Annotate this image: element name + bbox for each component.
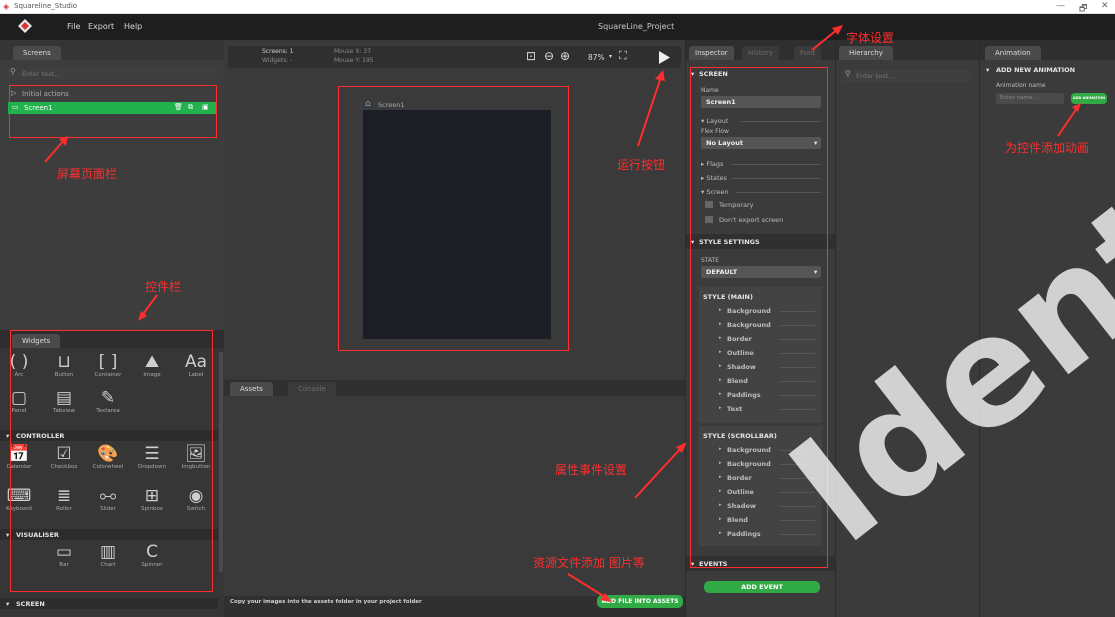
assets-annotation-label: 资源文件添加 图片等 bbox=[533, 556, 645, 570]
project-title: SquareLine_Project bbox=[598, 22, 675, 31]
minimize-button[interactable]: — bbox=[1056, 1, 1065, 11]
zoom-in-icon[interactable]: ⊕ bbox=[560, 49, 570, 63]
app-icon: ◈ bbox=[3, 2, 10, 11]
add-new-animation-header: ADD NEW ANIMATION bbox=[996, 66, 1076, 74]
run-annotation-arrow-icon bbox=[637, 70, 665, 147]
os-window-title: Squareline_Studio bbox=[14, 2, 78, 10]
fit-screen-icon[interactable]: ⊡ bbox=[526, 49, 536, 63]
chevron-down-icon: ▾ bbox=[6, 600, 10, 608]
screens-search-input[interactable]: Enter text... bbox=[8, 68, 216, 80]
animation-name-input[interactable]: Enter name... bbox=[996, 93, 1064, 104]
run-play-icon[interactable] bbox=[658, 51, 670, 64]
zoom-level[interactable]: 87% bbox=[588, 53, 605, 62]
animation-panel: Animation ▾ ADD NEW ANIMATION Animation … bbox=[980, 40, 1115, 617]
chevron-down-icon: ▾ bbox=[6, 432, 10, 440]
hierarchy-panel: Hierarchy Enter text... ⚲ bbox=[836, 40, 979, 617]
tab-animation[interactable]: Animation bbox=[985, 46, 1041, 60]
widget-group-title: SCREEN bbox=[16, 600, 45, 608]
animation-annotation-label: 为控件添加动画 bbox=[1005, 141, 1090, 155]
animation-name-label: Animation name bbox=[996, 82, 1046, 89]
menu-export[interactable]: Export bbox=[88, 22, 114, 31]
tab-screens[interactable]: Screens bbox=[13, 46, 61, 60]
tab-assets[interactable]: Assets bbox=[230, 382, 273, 396]
close-button[interactable]: ✕ bbox=[1101, 1, 1109, 11]
hierarchy-search-input[interactable]: Enter text... bbox=[842, 70, 972, 82]
screen1-canvas[interactable] bbox=[363, 110, 551, 339]
widgets-scrollbar[interactable] bbox=[219, 352, 223, 572]
property-annotation-arrow-icon bbox=[634, 442, 687, 499]
assets-panel: Assets Console Copy your images into the… bbox=[224, 380, 685, 617]
mouse-y: Mouse Y: 195 bbox=[334, 57, 374, 64]
widgets-count: Widgets: - bbox=[262, 57, 293, 64]
menu-help[interactable]: Help bbox=[124, 22, 142, 31]
search-icon: ⚲ bbox=[845, 69, 851, 78]
search-icon: ⚲ bbox=[10, 67, 16, 76]
app-window: { "os": { "title": "Squareline_Studio", … bbox=[0, 0, 1115, 617]
screens-annotation-label: 屏幕页面栏 bbox=[57, 167, 118, 181]
tab-inspector[interactable]: Inspector bbox=[689, 46, 734, 60]
widget-group-header[interactable]: ▾ SCREEN bbox=[0, 598, 218, 609]
inspector-annotation-box bbox=[690, 67, 828, 568]
run-annotation-label: 运行按钮 bbox=[617, 158, 666, 172]
hierarchy-body: Enter text... ⚲ bbox=[836, 60, 979, 617]
menu-bar: File Export Help SquareLine_Project bbox=[0, 14, 1115, 40]
tab-console[interactable]: Console bbox=[288, 382, 336, 396]
screens-annotation-box bbox=[9, 85, 217, 138]
squareline-logo-icon bbox=[18, 19, 32, 33]
widgets-annotation-box bbox=[10, 330, 213, 592]
property-annotation-label: 属性事件设置 bbox=[555, 463, 628, 477]
mouse-x: Mouse X: 37 bbox=[334, 48, 372, 55]
screens-panel: Screens Enter text... ⚲ ▷ Initial action… bbox=[0, 40, 224, 330]
widgets-annotation-arrow-icon bbox=[138, 294, 158, 321]
chevron-down-icon: ▾ bbox=[6, 531, 10, 539]
screens-annotation-arrow-icon bbox=[44, 136, 68, 163]
menu-file[interactable]: File bbox=[67, 22, 80, 31]
canvas-area: Screens: 1 Widgets: - Mouse X: 37 Mouse … bbox=[224, 40, 685, 380]
animation-annotation-arrow-icon bbox=[1057, 103, 1081, 137]
os-title-bar: ◈ Squareline_Studio — 🗗 ✕ bbox=[0, 0, 1115, 14]
fullscreen-icon[interactable]: ⛶ bbox=[619, 49, 627, 63]
canvas-toolbar: Screens: 1 Widgets: - Mouse X: 37 Mouse … bbox=[228, 46, 681, 68]
canvas-screen-label: Screen1 bbox=[378, 101, 405, 109]
zoom-dropdown-icon[interactable]: ▾ bbox=[609, 53, 612, 60]
assets-annotation-arrow-icon bbox=[567, 573, 612, 602]
add-event-button[interactable]: ADD EVENT bbox=[704, 581, 820, 593]
assets-hint: Copy your images into the assets folder … bbox=[230, 599, 422, 605]
tab-history[interactable]: History bbox=[742, 46, 779, 60]
home-icon: ⌂ bbox=[365, 99, 371, 109]
add-animation-arrow: ▾ bbox=[986, 66, 990, 74]
font-annotation-label: 字体设置 bbox=[846, 31, 895, 45]
font-annotation-arrow-icon bbox=[811, 25, 843, 51]
zoom-out-icon[interactable]: ⊖ bbox=[544, 49, 554, 63]
screens-count: Screens: 1 bbox=[262, 48, 294, 55]
